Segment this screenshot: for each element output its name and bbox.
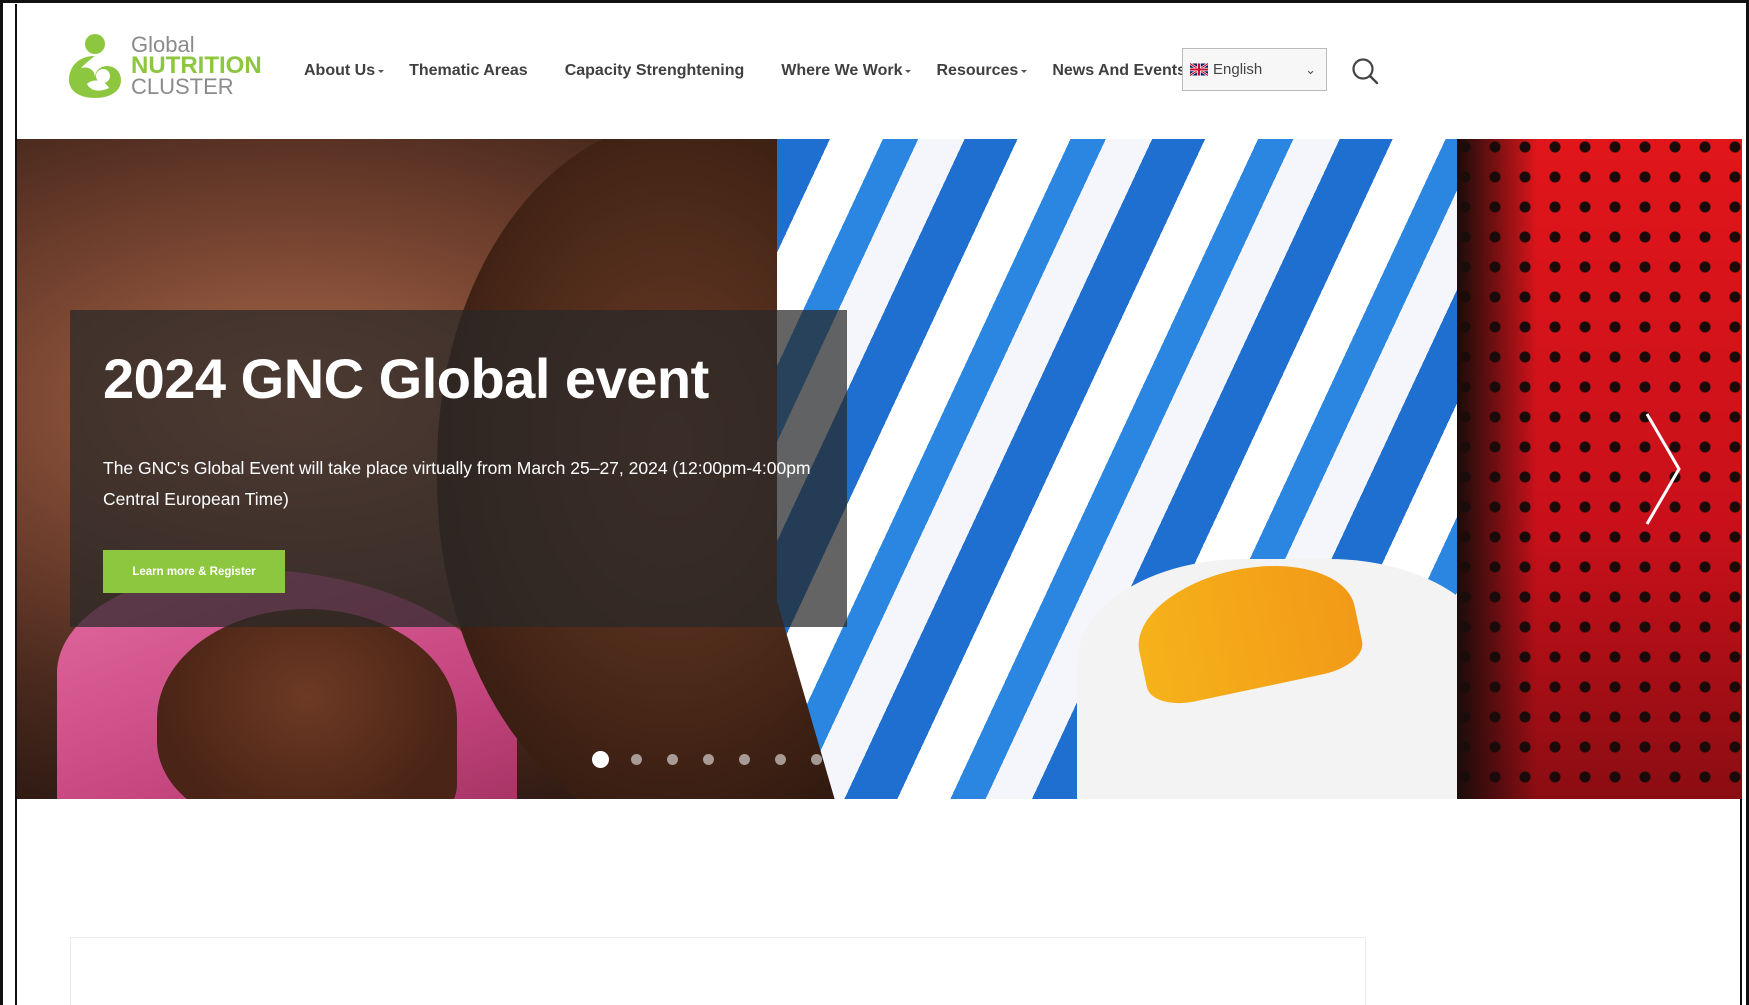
nav-item-label: Where We Work bbox=[781, 62, 903, 79]
site-logo[interactable]: Global NUTRITION CLUSTER bbox=[67, 32, 262, 98]
nav-item-label: News And Events bbox=[1052, 62, 1186, 79]
content-card bbox=[70, 937, 1366, 1005]
language-select[interactable]: English ⌄ bbox=[1182, 48, 1327, 91]
nav-item-label: About Us bbox=[304, 62, 376, 79]
nav-item-label: Thematic Areas bbox=[409, 62, 528, 79]
nav-item-capacity-strengthening[interactable]: Capacity Strenghtening bbox=[565, 62, 745, 80]
hero-slider: 2024 GNC Global event The GNC's Global E… bbox=[17, 139, 1742, 799]
mother-child-logo-icon bbox=[69, 34, 121, 98]
caret-down-icon bbox=[905, 69, 912, 73]
site-header: Global NUTRITION CLUSTER About Us Themat… bbox=[17, 4, 1742, 140]
logo-line-cluster: CLUSTER bbox=[131, 73, 234, 99]
language-select-value: English bbox=[1213, 61, 1263, 78]
nav-item-resources[interactable]: Resources bbox=[936, 62, 1028, 80]
nav-item-about-us[interactable]: About Us bbox=[304, 62, 385, 80]
hero-description: The GNC's Global Event will take place v… bbox=[103, 458, 811, 509]
nav-item-label: Resources bbox=[936, 62, 1019, 79]
hero-image-shadow bbox=[1457, 139, 1537, 799]
nav-item-thematic-areas[interactable]: Thematic Areas bbox=[409, 62, 528, 80]
slider-dot[interactable] bbox=[667, 754, 678, 765]
hero-title: 2024 GNC Global event bbox=[103, 347, 709, 410]
nav-item-where-we-work[interactable]: Where We Work bbox=[781, 62, 912, 80]
slider-dot[interactable] bbox=[631, 754, 642, 765]
slider-next-button[interactable] bbox=[1637, 409, 1687, 529]
slider-pagination bbox=[592, 751, 847, 768]
logo-line-nutrition: NUTRITION bbox=[131, 51, 262, 79]
slider-dot[interactable] bbox=[703, 754, 714, 765]
nav-item-news-and-events[interactable]: News And Events bbox=[1052, 62, 1195, 80]
caret-down-icon bbox=[1021, 69, 1028, 73]
search-button[interactable] bbox=[1350, 56, 1380, 86]
hero-caption-box: 2024 GNC Global event The GNC's Global E… bbox=[70, 310, 847, 627]
search-icon bbox=[1352, 58, 1379, 85]
slider-dot[interactable] bbox=[775, 754, 786, 765]
main-nav: About Us Thematic Areas Capacity Strengh… bbox=[304, 62, 1195, 80]
uk-flag-icon bbox=[1190, 63, 1208, 76]
slider-dot[interactable] bbox=[811, 754, 822, 765]
chevron-right-icon bbox=[1645, 413, 1681, 525]
slider-dot[interactable] bbox=[739, 754, 750, 765]
chevron-down-icon: ⌄ bbox=[1305, 62, 1316, 77]
slider-dot[interactable] bbox=[592, 751, 609, 768]
nav-item-label: Capacity Strenghtening bbox=[564, 62, 745, 79]
caret-down-icon bbox=[378, 69, 385, 73]
learn-more-register-button[interactable]: Learn more & Register bbox=[103, 550, 285, 593]
